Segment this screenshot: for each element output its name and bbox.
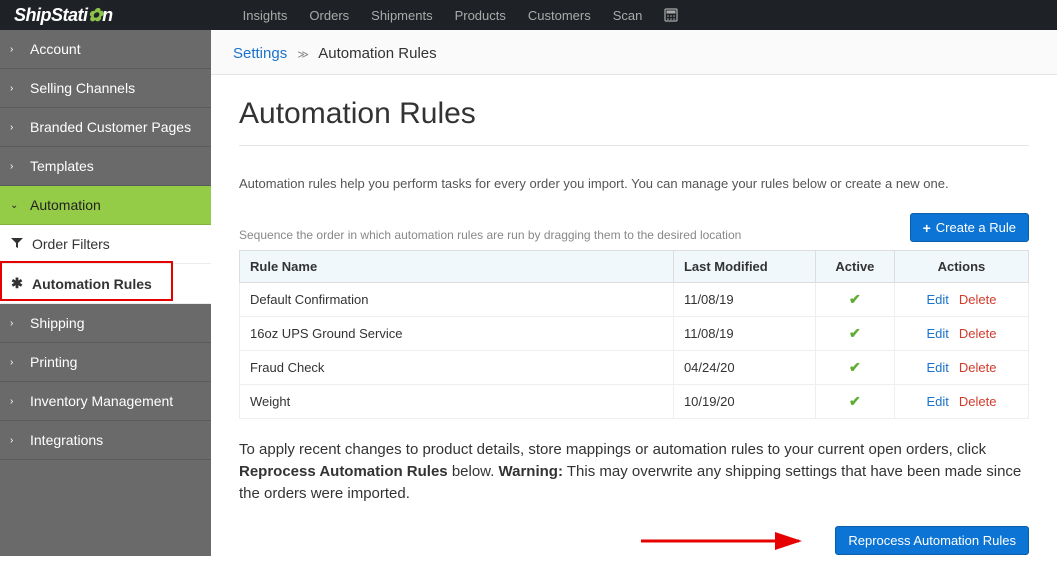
filter-icon: [10, 236, 24, 252]
sidebar-item-label: Shipping: [30, 315, 85, 331]
chevron-right-icon: ›: [10, 318, 20, 329]
nav-customers[interactable]: Customers: [528, 8, 591, 23]
nav-shipments[interactable]: Shipments: [371, 8, 432, 23]
chevron-right-icon: ›: [10, 44, 20, 55]
chevron-right-icon: ›: [10, 357, 20, 368]
nav-scan[interactable]: Scan: [613, 8, 643, 23]
create-rule-button[interactable]: + Create a Rule: [910, 213, 1029, 242]
cell-rule-name: Fraud Check: [240, 351, 674, 385]
cell-rule-name: Default Confirmation: [240, 283, 674, 317]
sidebar-sub-label: Automation Rules: [32, 276, 152, 292]
reprocess-button[interactable]: Reprocess Automation Rules: [835, 526, 1029, 555]
sidebar-item-templates[interactable]: › Templates: [0, 147, 211, 186]
sidebar-item-shipping[interactable]: › Shipping: [0, 304, 211, 343]
chevron-down-icon: ⌄: [10, 200, 20, 211]
chevron-right-icon: ›: [10, 161, 20, 172]
sidebar-item-label: Printing: [30, 354, 77, 370]
plus-icon: +: [923, 221, 931, 235]
edit-link[interactable]: Edit: [926, 360, 948, 375]
cell-last-modified: 11/08/19: [673, 317, 815, 351]
sidebar-sub-order-filters[interactable]: Order Filters: [0, 225, 211, 264]
nav-orders[interactable]: Orders: [309, 8, 349, 23]
cell-last-modified: 10/19/20: [673, 385, 815, 419]
chevron-right-icon: ≫: [297, 49, 309, 61]
gear-icon: ✿: [88, 5, 103, 26]
chevron-right-icon: ›: [10, 122, 20, 133]
cell-last-modified: 11/08/19: [673, 283, 815, 317]
sidebar-sub-label: Order Filters: [32, 236, 110, 252]
gear-icon: ✱: [10, 275, 24, 292]
sidebar: › Account › Selling Channels › Branded Custom…: [0, 30, 211, 556]
cell-active: ✔: [815, 317, 894, 351]
chevron-right-icon: ›: [10, 83, 20, 94]
cell-rule-name: 16oz UPS Ground Service: [240, 317, 674, 351]
breadcrumb-root[interactable]: Settings: [233, 45, 287, 62]
delete-link[interactable]: Delete: [959, 292, 997, 307]
table-row[interactable]: Weight10/19/20 ✔ Edit Delete: [240, 385, 1029, 419]
reprocess-note: To apply recent changes to product detai…: [239, 439, 1029, 504]
sidebar-item-label: Account: [30, 41, 81, 57]
cell-last-modified: 04/24/20: [673, 351, 815, 385]
help-text: Automation rules help you perform tasks …: [239, 176, 1029, 191]
rules-table: Rule Name Last Modified Active Actions D…: [239, 250, 1029, 419]
breadcrumb: Settings ≫ Automation Rules: [211, 30, 1057, 75]
edit-link[interactable]: Edit: [926, 292, 948, 307]
cell-actions: Edit Delete: [894, 317, 1028, 351]
table-row[interactable]: 16oz UPS Ground Service11/08/19 ✔ Edit Dele…: [240, 317, 1029, 351]
nav-products[interactable]: Products: [455, 8, 506, 23]
table-row[interactable]: Fraud Check04/24/20 ✔ Edit Delete: [240, 351, 1029, 385]
sidebar-item-label: Inventory Management: [30, 393, 173, 409]
sidebar-item-automation[interactable]: ⌄ Automation: [0, 186, 211, 225]
chevron-right-icon: ›: [10, 396, 20, 407]
sidebar-item-label: Templates: [30, 158, 94, 174]
calculator-icon[interactable]: [664, 8, 678, 23]
sidebar-item-label: Integrations: [30, 432, 103, 448]
chevron-right-icon: ›: [10, 435, 20, 446]
col-last-modified: Last Modified: [673, 251, 815, 283]
cell-active: ✔: [815, 283, 894, 317]
top-nav: Insights Orders Shipments Products Customers…: [243, 8, 679, 23]
edit-link[interactable]: Edit: [926, 394, 948, 409]
cell-actions: Edit Delete: [894, 283, 1028, 317]
col-rule-name: Rule Name: [240, 251, 674, 283]
check-icon: ✔: [849, 393, 861, 409]
cell-actions: Edit Delete: [894, 351, 1028, 385]
sidebar-item-branded-customer-pages[interactable]: › Branded Customer Pages: [0, 108, 211, 147]
cell-active: ✔: [815, 351, 894, 385]
sidebar-item-label: Selling Channels: [30, 80, 135, 96]
delete-link[interactable]: Delete: [959, 394, 997, 409]
sidebar-item-label: Automation: [30, 197, 101, 213]
top-bar: ShipStati✿n Insights Orders Shipments Produ…: [0, 0, 1057, 30]
sidebar-sub-automation-rules[interactable]: ✱ Automation Rules: [0, 264, 211, 304]
sidebar-item-integrations[interactable]: › Integrations: [0, 421, 211, 460]
sidebar-item-label: Branded Customer Pages: [30, 119, 191, 135]
check-icon: ✔: [849, 325, 861, 341]
delete-link[interactable]: Delete: [959, 360, 997, 375]
edit-link[interactable]: Edit: [926, 326, 948, 341]
cell-active: ✔: [815, 385, 894, 419]
sidebar-item-printing[interactable]: › Printing: [0, 343, 211, 382]
page-title: Automation Rules: [239, 97, 1029, 131]
cell-actions: Edit Delete: [894, 385, 1028, 419]
delete-link[interactable]: Delete: [959, 326, 997, 341]
main-panel: Settings ≫ Automation Rules Automation R…: [211, 30, 1057, 556]
nav-insights[interactable]: Insights: [243, 8, 288, 23]
col-actions: Actions: [894, 251, 1028, 283]
check-icon: ✔: [849, 359, 861, 375]
cell-rule-name: Weight: [240, 385, 674, 419]
arrow-annotation: [641, 531, 811, 551]
check-icon: ✔: [849, 291, 861, 307]
sidebar-item-selling-channels[interactable]: › Selling Channels: [0, 69, 211, 108]
sidebar-item-account[interactable]: › Account: [0, 30, 211, 69]
col-active: Active: [815, 251, 894, 283]
breadcrumb-current: Automation Rules: [318, 45, 436, 62]
brand-logo: ShipStati✿n: [14, 5, 113, 26]
sidebar-item-inventory-management[interactable]: › Inventory Management: [0, 382, 211, 421]
sequence-hint: Sequence the order in which automation r…: [239, 228, 741, 242]
table-row[interactable]: Default Confirmation11/08/19 ✔ Edit Delete: [240, 283, 1029, 317]
